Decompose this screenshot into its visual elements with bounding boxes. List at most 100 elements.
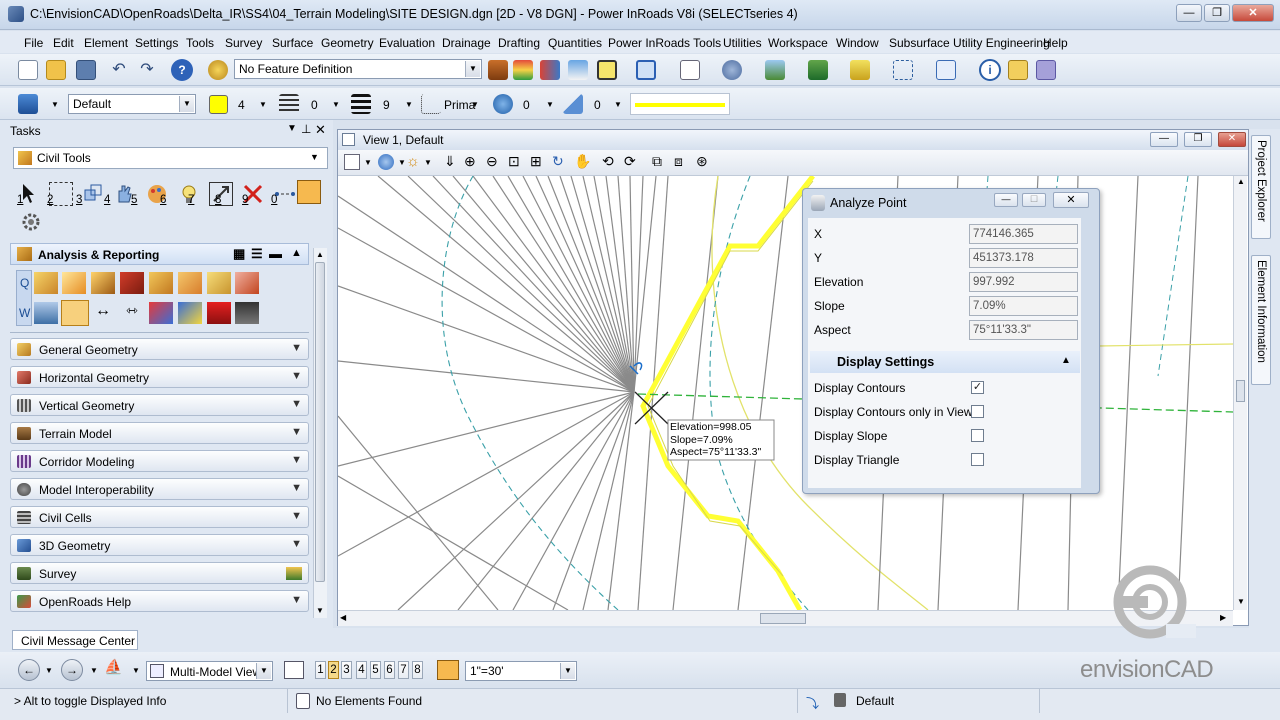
- chevron-down-icon[interactable]: ▼: [45, 666, 53, 675]
- view-button-7[interactable]: 7: [398, 661, 409, 679]
- tasks-scroll-thumb[interactable]: [315, 262, 325, 582]
- menu-power-inroads-tools[interactable]: Power InRoads Tools: [608, 36, 721, 50]
- menu-edit[interactable]: Edit: [53, 36, 74, 50]
- analyze-point-active-icon[interactable]: [61, 300, 89, 326]
- image-icon[interactable]: [765, 60, 785, 80]
- display-contours-checkbox[interactable]: ✓: [971, 381, 984, 394]
- restore-button[interactable]: ❐: [1204, 4, 1230, 22]
- snap-icon[interactable]: [893, 60, 913, 80]
- menu-subsurface-utility-engineering[interactable]: Subsurface Utility Engineering: [889, 36, 1050, 50]
- pin-icon[interactable]: ⊥: [301, 122, 311, 136]
- scroll-down-icon[interactable]: ▼: [316, 606, 324, 615]
- slope-field[interactable]: 7.09%: [969, 296, 1078, 316]
- info-icon[interactable]: i: [979, 59, 1001, 81]
- terrain-analysis-icon[interactable]: [34, 302, 58, 324]
- menu-quantities[interactable]: Quantities: [548, 36, 602, 50]
- menu-evaluation[interactable]: Evaluation: [379, 36, 435, 50]
- view-group-icon[interactable]: ⛵: [104, 658, 123, 676]
- help-icon[interactable]: ?: [171, 59, 193, 81]
- analysis-reporting-header[interactable]: Analysis & Reporting ▦ ☰ ▬ ▲: [10, 243, 309, 265]
- search-folder-icon[interactable]: [1008, 60, 1028, 80]
- view-button-4[interactable]: 4: [356, 661, 367, 679]
- line-style-icon[interactable]: [279, 94, 299, 114]
- back-icon[interactable]: ←: [18, 659, 40, 681]
- save-icon[interactable]: [76, 60, 96, 80]
- display-slope-checkbox[interactable]: [971, 429, 984, 442]
- level-manager-icon[interactable]: [18, 94, 38, 114]
- lock-status-icon[interactable]: [834, 693, 846, 707]
- levels-icon[interactable]: [850, 60, 870, 80]
- close-button[interactable]: ✕: [1232, 4, 1274, 22]
- dialog-maximize-button[interactable]: ☐: [1022, 193, 1046, 207]
- section-general-geometry[interactable]: General Geometry ▼: [10, 338, 309, 360]
- analyze-length-icon[interactable]: [91, 272, 115, 294]
- tab-element-information[interactable]: Element Information: [1251, 255, 1271, 385]
- menu-drafting[interactable]: Drafting: [498, 36, 540, 50]
- camera-view-icon[interactable]: ⊛: [696, 153, 708, 170]
- view-attributes-icon[interactable]: [344, 154, 360, 170]
- station-icon[interactable]: [149, 272, 173, 294]
- section-vertical-geometry[interactable]: Vertical Geometry ▼: [10, 394, 309, 416]
- cross-section-icon[interactable]: [568, 60, 588, 80]
- chevron-down-icon[interactable]: ▼: [90, 666, 98, 675]
- chevron-down-icon[interactable]: ▼: [51, 100, 59, 109]
- offset-icon[interactable]: [178, 272, 202, 294]
- scroll-left-icon[interactable]: ◀: [340, 613, 346, 622]
- view-vertical-scrollbar[interactable]: ▲ ▼: [1233, 176, 1247, 610]
- section-openroads-help[interactable]: OpenRoads Help ▼: [10, 590, 309, 612]
- aspect-field[interactable]: 75°11'33.3": [969, 320, 1078, 340]
- section-survey[interactable]: Survey: [10, 562, 309, 584]
- menu-tools[interactable]: Tools: [186, 36, 214, 50]
- cube-icon[interactable]: [636, 60, 656, 80]
- display-settings-header[interactable]: Display Settings ▲: [810, 351, 1080, 373]
- list-view-icon[interactable]: ☰: [251, 246, 263, 262]
- gear-tool-icon[interactable]: [19, 210, 43, 234]
- report-icon[interactable]: [235, 272, 259, 294]
- elevation-field[interactable]: 997.992: [969, 272, 1078, 292]
- chevron-down-icon[interactable]: ▼: [546, 100, 554, 109]
- chevron-up-icon[interactable]: ▲: [291, 247, 302, 259]
- menu-surface[interactable]: Surface: [272, 36, 313, 50]
- view-restore-button[interactable]: ❐: [1184, 132, 1212, 147]
- annotation-scale-select[interactable]: 1"=30' ▼: [465, 661, 577, 681]
- chevron-down-icon[interactable]: ▼: [332, 100, 340, 109]
- grid-icon[interactable]: [1036, 60, 1056, 80]
- menu-survey[interactable]: Survey: [225, 36, 262, 50]
- update-view-icon[interactable]: ⇓: [444, 153, 456, 170]
- section-horizontal-geometry[interactable]: Horizontal Geometry ▼: [10, 366, 309, 388]
- menu-geometry[interactable]: Geometry: [321, 36, 374, 50]
- menu-drainage[interactable]: Drainage: [442, 36, 491, 50]
- open-folder-icon[interactable]: [46, 60, 66, 80]
- horizontal-scroll-thumb[interactable]: [760, 613, 806, 624]
- profile-distance-icon[interactable]: ⇿: [120, 302, 144, 324]
- menu-help[interactable]: Help: [1043, 36, 1068, 50]
- app-icon[interactable]: [8, 6, 24, 22]
- horizontal-distance-icon[interactable]: ↔: [91, 302, 115, 324]
- terrain-icon[interactable]: [513, 60, 533, 80]
- line-weight-icon[interactable]: [351, 94, 371, 114]
- chevron-up-icon[interactable]: ▲: [1061, 355, 1071, 366]
- view-window-icon[interactable]: [284, 661, 304, 679]
- grid-view-icon[interactable]: ▦: [233, 246, 245, 262]
- fit-view-icon[interactable]: ⊞: [530, 153, 542, 170]
- view-previous-icon[interactable]: ⟲: [602, 153, 614, 170]
- undo-icon[interactable]: ↶: [109, 60, 129, 80]
- snap-status-icon[interactable]: ⤵: [806, 693, 820, 711]
- task-set-select[interactable]: Civil Tools ▼: [13, 147, 328, 169]
- feature-style-icon[interactable]: [488, 60, 508, 80]
- drape-icon[interactable]: [207, 302, 231, 324]
- scroll-up-icon[interactable]: ▲: [1237, 177, 1245, 186]
- menu-settings[interactable]: Settings: [135, 36, 178, 50]
- zoom-in-icon[interactable]: ⊕: [464, 153, 476, 170]
- menu-file[interactable]: File: [24, 36, 43, 50]
- zoom-out-icon[interactable]: ⊖: [486, 153, 498, 170]
- camera-icon[interactable]: [235, 302, 259, 324]
- view-button-8[interactable]: 8: [412, 661, 423, 679]
- menu-workspace[interactable]: Workspace: [768, 36, 828, 50]
- reference-icon[interactable]: [680, 60, 700, 80]
- chevron-down-icon[interactable]: ▼: [471, 100, 479, 109]
- dialog-minimize-button[interactable]: —: [994, 193, 1018, 207]
- y-field[interactable]: 451373.178: [969, 248, 1078, 268]
- feature-definition-select[interactable]: No Feature Definition ▼: [234, 59, 482, 79]
- chevron-down-icon[interactable]: ▼: [259, 100, 267, 109]
